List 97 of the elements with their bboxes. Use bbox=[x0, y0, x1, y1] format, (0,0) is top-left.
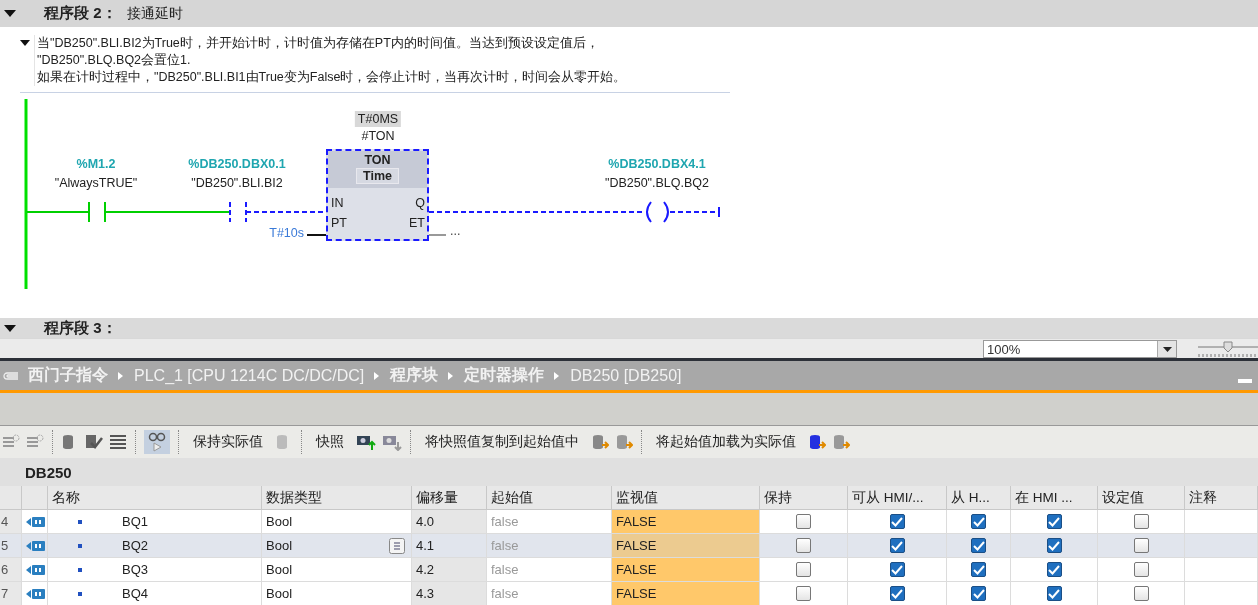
toolbar-button[interactable]: 将快照值复制到起始值中 bbox=[419, 433, 585, 451]
contact-address: %DB250.DBX0.1 bbox=[188, 157, 286, 171]
table-cell[interactable]: Bool bbox=[266, 586, 293, 601]
contact-symbol-name: "DB250".BLI.BI2 bbox=[191, 176, 283, 190]
database-icon[interactable] bbox=[591, 433, 609, 451]
table-cell: 4.1 bbox=[416, 538, 435, 553]
checkmark-list-icon[interactable] bbox=[85, 433, 103, 451]
bullet-icon bbox=[78, 591, 82, 596]
table-cell[interactable] bbox=[1185, 558, 1258, 582]
time-type-label: Time bbox=[356, 168, 399, 184]
table-cell: 4.0 bbox=[416, 514, 435, 529]
row-number: 4 bbox=[1, 514, 9, 529]
table-cell: FALSE bbox=[616, 562, 657, 577]
et-value: ... bbox=[450, 224, 461, 238]
checkbox[interactable] bbox=[889, 562, 905, 577]
contact-symbol-name: "AlwaysTRUE" bbox=[54, 176, 138, 190]
toolbar-button[interactable]: 保持实际值 bbox=[187, 433, 269, 451]
checkbox[interactable] bbox=[971, 514, 986, 529]
monitor-glasses-icon[interactable] bbox=[144, 430, 170, 454]
checkbox[interactable] bbox=[796, 538, 811, 553]
table-cell: 4.2 bbox=[416, 562, 435, 577]
checkbox[interactable] bbox=[1133, 538, 1149, 553]
list-icon[interactable] bbox=[109, 433, 127, 451]
checkbox[interactable] bbox=[971, 538, 986, 553]
list-button-icon[interactable] bbox=[389, 537, 405, 554]
pin-label: PT bbox=[331, 216, 347, 230]
tag-icon bbox=[26, 538, 46, 553]
network-title: 程序段 2： bbox=[44, 4, 117, 23]
camera-icon[interactable] bbox=[356, 433, 376, 451]
tag-icon bbox=[26, 586, 46, 601]
table-cell[interactable]: Bool bbox=[266, 514, 293, 529]
link-icon bbox=[2, 370, 18, 381]
row-number: 6 bbox=[1, 562, 9, 577]
row-number: 5 bbox=[1, 538, 9, 553]
checkbox[interactable] bbox=[1133, 586, 1149, 601]
pin-label: Q bbox=[415, 196, 425, 210]
checkbox[interactable] bbox=[1046, 586, 1062, 601]
coil-address: %DB250.DBX4.1 bbox=[608, 157, 706, 171]
coil-symbol[interactable] bbox=[646, 201, 669, 223]
coil-symbol-name: "DB250".BLQ.BQ2 bbox=[604, 176, 710, 190]
bullet-icon bbox=[78, 543, 82, 548]
checkbox[interactable] bbox=[1133, 562, 1149, 577]
timer-type: TON bbox=[364, 153, 391, 167]
table-cell[interactable]: BQ2 bbox=[122, 538, 148, 553]
checkbox[interactable] bbox=[1133, 514, 1149, 529]
pin-label: ET bbox=[409, 216, 425, 230]
bullet-icon bbox=[78, 567, 82, 572]
checkbox[interactable] bbox=[971, 586, 986, 601]
table-cell: FALSE bbox=[616, 538, 657, 553]
checkbox[interactable] bbox=[889, 586, 905, 601]
table-cell[interactable]: BQ4 bbox=[122, 586, 148, 601]
table-cell[interactable]: BQ1 bbox=[122, 514, 148, 529]
separator-arrow-icon bbox=[118, 371, 124, 380]
network-comment: 当"DB250".BLI.BI2为True时，并开始计时，计时值为存储在PT内的时间值。当达到预设设定值后， "DB250".BLQ.BQ2会置位1. 如果在计时过程中，"DB250".BLI.BI1由True变为False时，会停止计时，当再次计时，时间会从零开始。 bbox=[34, 35, 627, 86]
table-cell: FALSE bbox=[616, 514, 657, 529]
table-cell[interactable]: BQ3 bbox=[122, 562, 148, 577]
contact-address: %M1.2 bbox=[76, 157, 116, 171]
checkbox[interactable] bbox=[1046, 538, 1062, 553]
table-cell[interactable] bbox=[1185, 534, 1258, 558]
checkbox[interactable] bbox=[796, 562, 811, 577]
checkbox[interactable] bbox=[796, 586, 811, 601]
bullet-icon bbox=[78, 519, 82, 524]
column-header[interactable]: 名称 bbox=[52, 488, 80, 507]
table-cell[interactable]: Bool bbox=[266, 562, 293, 577]
timer-block[interactable]: TON Time IN Q PT ET bbox=[326, 149, 429, 241]
collapse-arrow-icon[interactable] bbox=[4, 10, 16, 17]
separator-arrow-icon bbox=[448, 371, 455, 380]
zoom-dropdown[interactable]: 100% bbox=[983, 340, 1177, 358]
toolbar-button[interactable]: 快照 bbox=[310, 433, 350, 451]
minimize-button[interactable] bbox=[1238, 378, 1252, 383]
pt-value: T#10s bbox=[269, 226, 304, 240]
zoom-slider[interactable] bbox=[1198, 340, 1258, 358]
network-title: 程序段 3： bbox=[44, 318, 117, 338]
timer-instance: #TON bbox=[361, 129, 395, 143]
timer-value-label: T#0MS bbox=[354, 111, 402, 127]
dropdown-arrow-icon bbox=[1162, 346, 1172, 352]
contact-symbol[interactable] bbox=[229, 201, 247, 223]
checkbox[interactable] bbox=[1046, 514, 1062, 529]
checkbox[interactable] bbox=[971, 562, 986, 577]
checkbox[interactable] bbox=[796, 514, 811, 529]
checkbox[interactable] bbox=[889, 514, 905, 529]
network-subtitle: 接通延时 bbox=[126, 4, 183, 23]
toolbar-button[interactable]: 将起始值加载为实际值 bbox=[650, 433, 802, 451]
pin-label: IN bbox=[331, 196, 344, 210]
separator-arrow-icon bbox=[374, 371, 381, 380]
table-cell[interactable] bbox=[1185, 510, 1258, 534]
collapse-arrow-icon[interactable] bbox=[4, 324, 16, 332]
database-icon[interactable] bbox=[808, 433, 826, 451]
table-cell[interactable]: Bool bbox=[266, 538, 293, 553]
collapse-arrow-icon[interactable] bbox=[20, 40, 30, 46]
checkbox[interactable] bbox=[1046, 562, 1062, 577]
row-number: 7 bbox=[1, 586, 9, 601]
table-cell: 4.3 bbox=[416, 586, 435, 601]
separator-arrow-icon bbox=[554, 371, 561, 380]
table-cell: FALSE bbox=[616, 586, 657, 601]
checkbox[interactable] bbox=[889, 538, 905, 553]
block-title: DB250 bbox=[25, 463, 72, 481]
